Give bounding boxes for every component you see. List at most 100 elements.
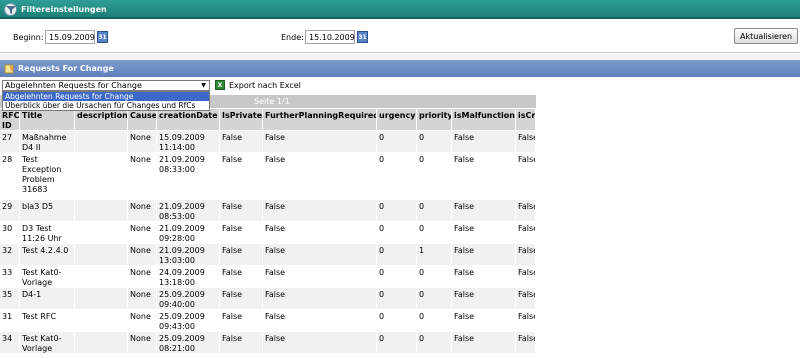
filter-panel-title: Filtereinstellungen (21, 5, 107, 14)
cell-cause: None (128, 222, 157, 243)
column-header-is-malfunction[interactable]: isMalfunction (452, 109, 516, 130)
cell-creation-date: 21.09.2009 13:03:00 (157, 244, 220, 265)
cell-further-planning: False (263, 310, 377, 331)
cell-title: D4-1 (20, 288, 75, 309)
cell-is-private: False (220, 222, 263, 243)
cell-creation-date: 15.09.2009 11:14:00 (157, 131, 220, 152)
cell-urgency: 0 (377, 131, 417, 152)
cell-is-private: False (220, 244, 263, 265)
column-header-rfc-id[interactable]: RFC ID (0, 109, 20, 130)
cell-is-critical: False (516, 200, 536, 221)
cell-is-critical: False (516, 244, 536, 265)
cell-further-planning: False (263, 131, 377, 152)
report-option[interactable]: Überblick über die Ursachen für Changes … (3, 101, 209, 110)
cell-creation-date: 24.09.2009 13:18:00 (157, 266, 220, 287)
end-date-input[interactable]: 15.10.2009 (305, 30, 355, 44)
cell-rfc-id: 35 (0, 288, 20, 309)
table-empty-area (536, 109, 800, 359)
cell-priority: 0 (417, 222, 452, 243)
page-indicator: Seite 1/1 (254, 97, 290, 106)
cell-is-malfunction: False (452, 266, 516, 287)
cell-creation-date: 21.09.2009 08:33:00 (157, 153, 220, 199)
cell-rfc-id: 34 (0, 332, 20, 353)
refresh-button[interactable]: Aktualisieren (734, 28, 799, 44)
column-header-is-private[interactable]: IsPrivate (220, 109, 263, 130)
cell-description (75, 131, 128, 152)
report-icon (4, 63, 15, 74)
cell-description (75, 222, 128, 243)
cell-is-private: False (220, 310, 263, 331)
cell-cause: None (128, 153, 157, 199)
cell-is-malfunction: False (452, 131, 516, 152)
cell-is-private: False (220, 266, 263, 287)
cell-rfc-id: 32 (0, 244, 20, 265)
column-header-creation-date[interactable]: creationDate (157, 109, 220, 130)
requests-panel-title: Requests For Change (18, 64, 114, 73)
cell-description (75, 244, 128, 265)
cell-is-critical: False (516, 266, 536, 287)
cell-urgency: 0 (377, 153, 417, 199)
cell-is-private: False (220, 153, 263, 199)
column-header-description[interactable]: description (75, 109, 128, 130)
cell-further-planning: False (263, 266, 377, 287)
cell-creation-date: 21.09.2009 09:28:00 (157, 222, 220, 243)
cell-urgency: 0 (377, 266, 417, 287)
cell-is-critical: False (516, 153, 536, 199)
cell-creation-date: 25.09.2009 09:40:00 (157, 288, 220, 309)
cell-priority: 0 (417, 332, 452, 353)
cell-further-planning: False (263, 288, 377, 309)
cell-description (75, 288, 128, 309)
cell-cause: None (128, 200, 157, 221)
column-header-is-critical[interactable]: isCri (516, 109, 536, 130)
column-header-cause[interactable]: Cause (128, 109, 157, 130)
cell-description (75, 310, 128, 331)
cell-further-planning: False (263, 153, 377, 199)
cell-further-planning: False (263, 332, 377, 353)
cell-rfc-id: 31 (0, 310, 20, 331)
cell-title: Maßnahme D4 II (20, 131, 75, 152)
cell-creation-date: 25.09.2009 09:43:00 (157, 310, 220, 331)
cell-is-private: False (220, 131, 263, 152)
cell-urgency: 0 (377, 288, 417, 309)
column-header-title[interactable]: Title (20, 109, 75, 130)
funnel-icon (4, 3, 17, 16)
begin-date-input[interactable]: 15.09.2009 (45, 30, 95, 44)
column-header-priority[interactable]: priority (417, 109, 452, 130)
cell-is-malfunction: False (452, 200, 516, 221)
cell-creation-date: 25.09.2009 08:21:00 (157, 332, 220, 353)
cell-description (75, 266, 128, 287)
cell-priority: 0 (417, 200, 452, 221)
report-select[interactable]: Abgelehnten Requests for Change ▼ (2, 80, 210, 91)
report-option[interactable]: Abgelehnten Requests for Change (3, 92, 209, 101)
export-excel-link[interactable]: Export nach Excel (229, 81, 301, 90)
cell-cause: None (128, 288, 157, 309)
column-header-further-planning[interactable]: FurtherPlanningRequired (263, 109, 377, 130)
cell-title: bla3 D5 (20, 200, 75, 221)
excel-icon[interactable]: X (215, 80, 225, 90)
cell-priority: 0 (417, 288, 452, 309)
filter-panel-header[interactable]: Filtereinstellungen (0, 0, 800, 19)
chevron-down-icon[interactable]: ▼ (199, 82, 208, 90)
cell-description (75, 332, 128, 353)
cell-rfc-id: 29 (0, 200, 20, 221)
cell-rfc-id: 30 (0, 222, 20, 243)
cell-priority: 0 (417, 266, 452, 287)
cell-creation-date: 21.09.2009 08:53:00 (157, 200, 220, 221)
cell-is-malfunction: False (452, 288, 516, 309)
requests-panel-header[interactable]: Requests For Change (0, 60, 800, 77)
cell-is-critical: False (516, 131, 536, 152)
cell-is-malfunction: False (452, 222, 516, 243)
calendar-icon[interactable]: 31 (97, 31, 108, 43)
cell-is-private: False (220, 288, 263, 309)
cell-description (75, 153, 128, 199)
cell-title: D3 Test 11:26 Uhr (20, 222, 75, 243)
cell-further-planning: False (263, 244, 377, 265)
cell-further-planning: False (263, 222, 377, 243)
cell-is-critical: False (516, 332, 536, 353)
cell-priority: 0 (417, 131, 452, 152)
calendar-icon[interactable]: 31 (357, 31, 368, 43)
rfc-table: RFC ID Title description Cause creationDate I… (0, 109, 800, 359)
cell-priority: 0 (417, 310, 452, 331)
column-header-urgency[interactable]: urgency (377, 109, 417, 130)
cell-cause: None (128, 266, 157, 287)
